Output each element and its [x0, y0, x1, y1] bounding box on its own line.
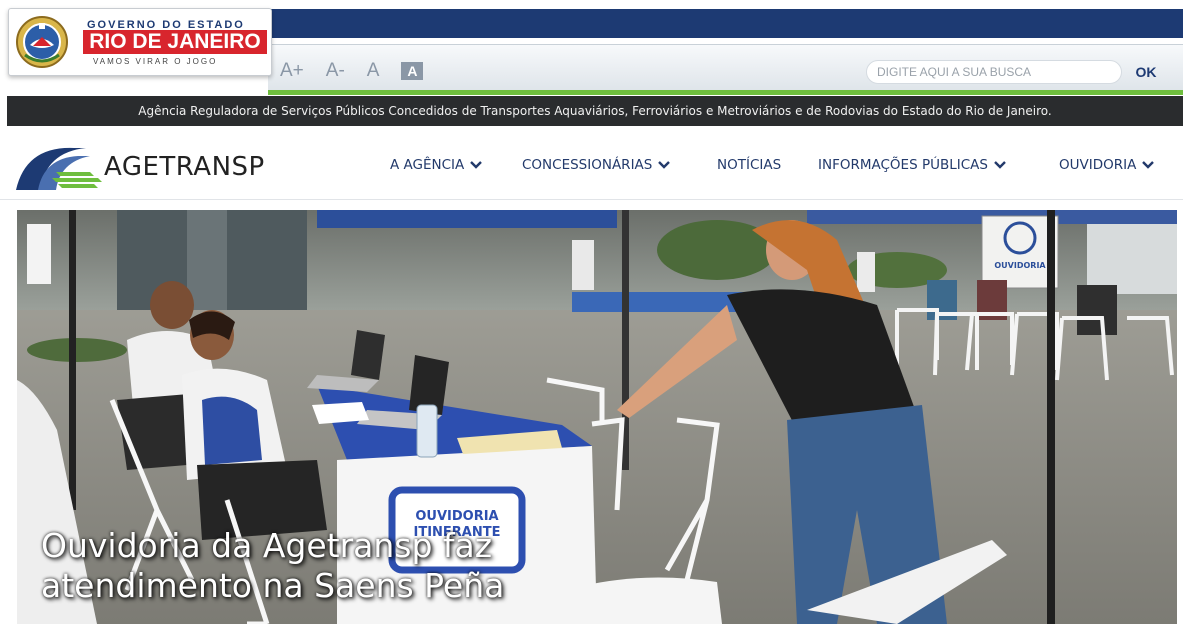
contrast-button[interactable]: A	[401, 62, 424, 80]
nav-label: OUVIDORIA	[1059, 157, 1137, 173]
nav-item-ouvidoria[interactable]: OUVIDORIA	[1059, 157, 1155, 173]
gov-green-line	[268, 90, 1183, 95]
agetransp-logo[interactable]: AGETRANSP	[16, 144, 306, 190]
font-increase-button[interactable]: A+	[280, 60, 304, 82]
nav-item-noticias[interactable]: NOTÍCIAS	[717, 157, 781, 173]
font-normal-button[interactable]: A	[367, 60, 380, 82]
gov-rj-logo[interactable]: GOVERNO DO ESTADO RIO DE JANEIRO VAMOS V…	[8, 8, 272, 76]
search-ok-button[interactable]: OK	[1126, 60, 1166, 84]
chevron-down-icon	[470, 161, 483, 169]
hero-banner[interactable]: OUVIDORIA OUVIDORIA ITINERANTE Ouvidoria…	[17, 210, 1177, 624]
brand-name: AGETRANSP	[104, 152, 265, 182]
gov-header: GOVERNO DO ESTADO RIO DE JANEIRO VAMOS V…	[0, 0, 1183, 96]
agetransp-mark-icon	[16, 147, 102, 190]
hero-headline-line1: Ouvidoria da Agetransp faz	[41, 526, 493, 565]
agency-description: Agência Reguladora de Serviços Públicos …	[7, 96, 1183, 126]
nav-label: CONCESSIONÁRIAS	[522, 157, 653, 173]
search-input[interactable]	[866, 60, 1122, 84]
svg-text:OUVIDORIA: OUVIDORIA	[415, 509, 498, 524]
chevron-down-icon	[1142, 161, 1155, 169]
chevron-down-icon	[658, 161, 671, 169]
nav-label: INFORMAÇÕES PÚBLICAS	[818, 157, 988, 173]
nav-item-a-agencia[interactable]: A AGÊNCIA	[390, 157, 483, 173]
font-decrease-button[interactable]: A-	[326, 60, 345, 82]
nav-label: A AGÊNCIA	[390, 157, 465, 173]
main-nav: AGETRANSP A AGÊNCIA CONCESSIONÁRIAS NOTÍ…	[0, 126, 1183, 200]
gov-top-blue-bar	[268, 9, 1183, 38]
nav-label: NOTÍCIAS	[717, 157, 782, 173]
nav-item-informacoes-publicas[interactable]: INFORMAÇÕES PÚBLICAS	[818, 157, 1006, 173]
hero-headline[interactable]: Ouvidoria da Agetransp faz atendimento n…	[41, 526, 681, 606]
hero-headline-line2: atendimento na Saens Peña	[41, 566, 505, 605]
chevron-down-icon	[994, 161, 1006, 169]
gov-line2: RIO DE JANEIRO	[83, 30, 267, 54]
font-size-tools: A+ A- A A	[280, 60, 445, 82]
svg-text:OUVIDORIA: OUVIDORIA	[994, 261, 1046, 270]
nav-item-concessionarias[interactable]: CONCESSIONÁRIAS	[522, 157, 671, 173]
rj-seal-icon	[16, 16, 68, 68]
gov-line3: VAMOS VIRAR O JOGO	[93, 57, 218, 66]
